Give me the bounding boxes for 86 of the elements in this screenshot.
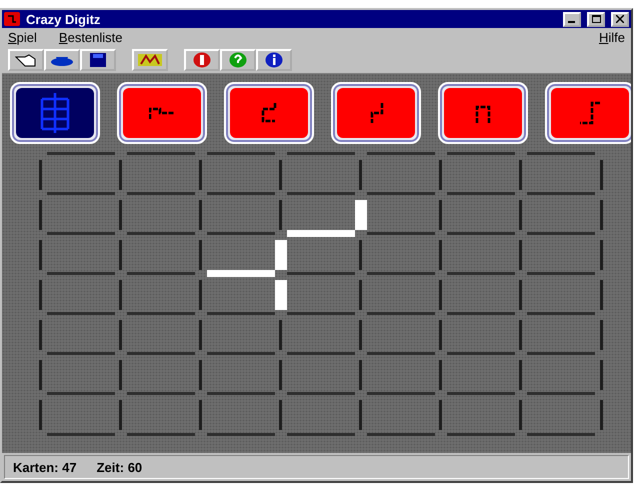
segment-slot[interactable] [600, 360, 602, 390]
lit-segment[interactable] [274, 280, 286, 310]
info-icon [265, 52, 283, 68]
segment-slot[interactable] [38, 360, 42, 390]
segment-slot[interactable] [278, 160, 282, 190]
segment-slot[interactable] [438, 240, 442, 270]
menu-item[interactable]: Bestenliste [58, 30, 123, 45]
segment-slot[interactable] [358, 360, 362, 390]
segment-slot[interactable] [438, 160, 442, 190]
stop-icon [193, 52, 211, 68]
segment-slot[interactable] [118, 280, 122, 310]
digit-tile[interactable] [117, 82, 207, 144]
segment-slot[interactable] [518, 360, 522, 390]
segment-slot[interactable] [38, 160, 42, 190]
digit-tile[interactable] [438, 82, 528, 144]
segment-slot[interactable] [518, 240, 522, 270]
segment-slot[interactable] [278, 360, 282, 390]
segment-slot[interactable] [198, 400, 202, 430]
window-title: Crazy Digitz [26, 12, 102, 26]
segment-slot[interactable] [38, 200, 42, 230]
maximize-button[interactable] [587, 12, 605, 26]
segment-slot[interactable] [600, 240, 602, 270]
segment-slot[interactable] [358, 160, 362, 190]
segment-slot[interactable] [600, 400, 602, 430]
toolbar-button[interactable] [80, 49, 116, 71]
toolbar-button[interactable] [256, 49, 292, 71]
digit-tile[interactable] [545, 82, 631, 144]
app-icon [4, 12, 20, 26]
menu-item[interactable]: Spiel [8, 30, 37, 45]
segment-slot[interactable] [518, 280, 522, 310]
segment-slot[interactable] [198, 320, 202, 350]
minimize-button[interactable] [563, 12, 581, 26]
segment-slot[interactable] [438, 280, 442, 310]
maximize-icon [592, 15, 600, 23]
segment-slot[interactable] [118, 160, 122, 190]
toolbar-button[interactable] [44, 49, 80, 71]
toolbar-button[interactable] [132, 49, 168, 71]
segment-slot[interactable] [438, 360, 442, 390]
segment-slot[interactable] [198, 280, 202, 310]
segment-slot[interactable] [278, 200, 282, 230]
trophy-icon [137, 52, 163, 68]
segment-grid-icon [40, 93, 70, 133]
help-icon [229, 52, 247, 68]
segment-slot[interactable] [600, 320, 602, 350]
segment-slot[interactable] [438, 200, 442, 230]
lit-segment[interactable] [274, 240, 286, 270]
segment-slot[interactable] [118, 320, 122, 350]
segment-slot[interactable] [278, 320, 282, 350]
close-button[interactable] [611, 12, 629, 26]
segment-slot[interactable] [38, 240, 42, 270]
segment-slot[interactable] [358, 280, 362, 310]
segment-slot[interactable] [118, 360, 122, 390]
segment-slot[interactable] [198, 200, 202, 230]
segment-slot[interactable] [118, 400, 122, 430]
digit-tile[interactable] [10, 82, 100, 144]
segment-slot[interactable] [358, 240, 362, 270]
segment-slot[interactable] [518, 200, 522, 230]
segment-slot[interactable] [600, 160, 602, 190]
segment-shape-icon [577, 101, 603, 125]
menu-item[interactable]: Hilfe [598, 30, 625, 45]
segment-slot[interactable] [358, 400, 362, 430]
status-text: Karten: 47 [13, 460, 77, 474]
toolbar-button[interactable] [8, 49, 44, 71]
segment-slot[interactable] [438, 400, 442, 430]
segment-slot[interactable] [118, 240, 122, 270]
segment-slot[interactable] [518, 160, 522, 190]
segment-slot[interactable] [38, 400, 42, 430]
segment-slot[interactable] [438, 320, 442, 350]
segment-slot[interactable] [518, 400, 522, 430]
status-text: Zeit: 60 [96, 460, 142, 474]
segment-slot[interactable] [38, 320, 42, 350]
segment-slot[interactable] [198, 240, 202, 270]
digit-tile[interactable] [224, 82, 314, 144]
segment-slot[interactable] [38, 280, 42, 310]
segment-slot[interactable] [600, 280, 602, 310]
close-icon [616, 15, 624, 23]
segment-slot[interactable] [600, 200, 602, 230]
segment-slot[interactable] [358, 320, 362, 350]
segment-slot[interactable] [278, 400, 282, 430]
digit-tile[interactable] [331, 82, 421, 144]
segment-slot[interactable] [198, 360, 202, 390]
segment-slot[interactable] [518, 320, 522, 350]
lit-segment[interactable] [354, 200, 366, 230]
hand-pointer-icon [15, 53, 37, 67]
segment-slot[interactable] [198, 160, 202, 190]
segment-slot[interactable] [118, 200, 122, 230]
